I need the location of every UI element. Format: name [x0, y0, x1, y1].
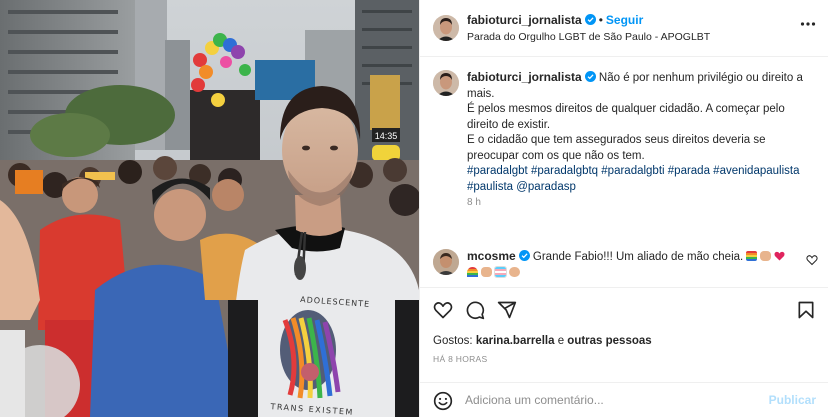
comment-like-heart-icon[interactable] — [806, 254, 818, 266]
share-icon[interactable] — [497, 300, 517, 320]
comment-icon[interactable] — [465, 300, 485, 320]
likes-prefix: Gostos: — [433, 335, 473, 347]
caption-sentence-3: E o cidadão que tem assegurados seus dir… — [467, 134, 766, 162]
publish-button[interactable]: Publicar — [769, 393, 816, 407]
likes-summary: Gostos: karina.barrella e outras pessoas — [433, 335, 652, 347]
post-timestamp[interactable]: HÁ 8 HORAS — [433, 354, 488, 364]
caption-sentence-2: É pelos mesmos direitos de qualquer cida… — [467, 103, 785, 131]
header-user-line: fabioturci_jornalista • Seguir — [467, 13, 643, 27]
caption-username[interactable]: fabioturci_jornalista — [467, 70, 582, 84]
comment-composer: Publicar — [420, 382, 828, 417]
verified-badge-icon — [584, 71, 596, 82]
likes-conjunction: e — [557, 335, 565, 347]
bookmark-icon[interactable] — [796, 300, 816, 320]
post-photo-image: 14:35 ADOLESCENTE TRANS EXISTEM — [0, 0, 419, 417]
red-heart-emoji — [774, 251, 785, 261]
rainbow-flag-emoji — [746, 251, 758, 261]
transgender-flag-emoji — [494, 265, 507, 278]
post-actions: Gostos: karina.barrella e outras pessoas… — [420, 287, 828, 382]
comment-text: Grande Fabio!!! Um aliado de mão cheia. — [532, 251, 744, 263]
likes-others[interactable]: outras pessoas — [567, 335, 651, 347]
post-dialog: 14:35 ADOLESCENTE TRANS EXISTEM fabiotur… — [0, 0, 828, 417]
separator-dot: • — [598, 13, 603, 27]
author-avatar[interactable] — [433, 15, 459, 41]
raised-hand-emoji — [509, 266, 520, 277]
photo-sign-text: 14:35 — [375, 131, 398, 141]
emoji-icon[interactable] — [433, 391, 453, 411]
caption-avatar[interactable] — [433, 70, 459, 96]
caption-text: fabioturci_jornalista Não é por nenhum p… — [467, 70, 817, 211]
verified-badge-icon — [584, 14, 596, 25]
more-options-icon[interactable] — [800, 16, 816, 32]
comment-input[interactable] — [465, 389, 765, 411]
comment-body: mcosme Grande Fabio!!! Um aliado de mão … — [467, 249, 802, 281]
caption-time: 8 h — [467, 197, 481, 208]
post-header: fabioturci_jornalista • Seguir Parada do O… — [420, 0, 828, 57]
author-username[interactable]: fabioturci_jornalista — [467, 13, 582, 27]
rainbow-emoji — [467, 266, 478, 277]
heart-icon[interactable] — [433, 300, 453, 320]
clapping-hands-emoji — [481, 266, 492, 277]
post-photo[interactable]: 14:35 ADOLESCENTE TRANS EXISTEM — [0, 0, 419, 417]
flexed-biceps-emoji — [760, 251, 772, 261]
caption-hashtags[interactable]: #paradalgbt #paradalgbtq #paradalgbti #p… — [467, 164, 817, 195]
post-location[interactable]: Parada do Orgulho LGBT de São Paulo - AP… — [467, 31, 710, 43]
likes-user[interactable]: karina.barrella — [476, 335, 555, 347]
comment-item: mcosme Grande Fabio!!! Um aliado de mão … — [433, 248, 818, 282]
post-details-panel: fabioturci_jornalista • Seguir Parada do O… — [419, 0, 828, 417]
commenter-username[interactable]: mcosme — [467, 249, 516, 263]
verified-badge-icon — [518, 250, 530, 261]
commenter-avatar[interactable] — [433, 249, 459, 275]
follow-button[interactable]: Seguir — [606, 13, 643, 27]
caption-line-1: fabioturci_jornalista Não é por nenhum p… — [467, 70, 817, 102]
